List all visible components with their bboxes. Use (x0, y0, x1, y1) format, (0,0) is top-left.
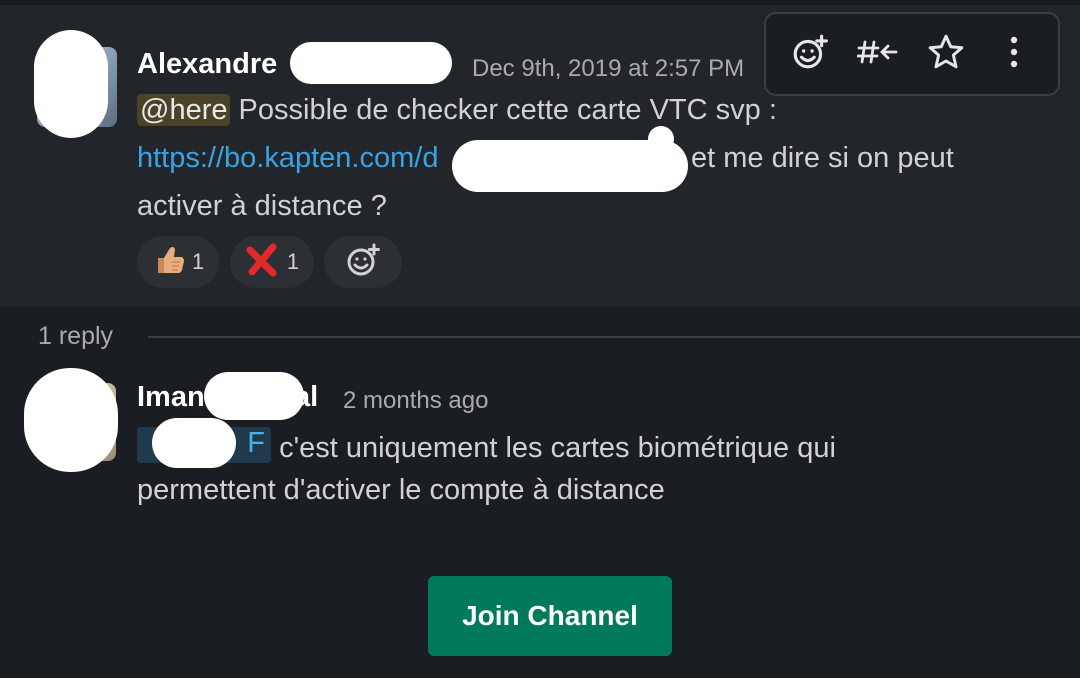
message-line-3: activer à distance ? (137, 190, 387, 222)
star-icon (927, 33, 965, 76)
thumbs-up-icon (152, 243, 186, 282)
top-separator (0, 0, 1080, 5)
red-x-icon (245, 242, 281, 283)
reply-count: 1 reply (38, 322, 114, 350)
replies-divider (148, 336, 1080, 338)
add-reaction-icon (345, 242, 381, 283)
more-actions-icon (1008, 34, 1020, 75)
message-text: c'est uniquement les cartes biométrique … (279, 432, 836, 464)
redaction-blob (24, 368, 118, 472)
author-name[interactable]: al (294, 381, 318, 414)
message-timestamp[interactable]: 2 months ago (343, 387, 488, 415)
join-channel-button[interactable]: Join Channel (428, 576, 672, 656)
message-line-1: @here Possible de checker cette carte VT… (137, 94, 777, 127)
add-reaction-button[interactable] (784, 28, 836, 80)
parent-message[interactable]: Alexandre Dec 9th, 2019 at 2:57 PM @here… (0, 0, 1080, 307)
message-link[interactable]: https://bo.kapten.com/d (137, 142, 438, 174)
message-timestamp[interactable]: Dec 9th, 2019 at 2:57 PM (472, 55, 744, 83)
more-actions-button[interactable] (988, 28, 1040, 80)
redaction-blob (34, 30, 108, 138)
add-reaction-button[interactable] (324, 236, 402, 288)
redaction-blob (290, 42, 452, 84)
share-to-channel-icon (856, 34, 899, 75)
message-actions-toolbar (764, 12, 1060, 96)
message-line-2: https://bo.kapten.com/d (137, 142, 438, 175)
author-name[interactable]: Alexandre (137, 48, 277, 81)
reaction-count: 1 (191, 249, 205, 274)
redaction-blob (204, 372, 304, 420)
save-message-button[interactable] (920, 28, 972, 80)
message-text: et me dire si on peut (691, 142, 954, 174)
share-to-channel-button[interactable] (852, 28, 904, 80)
reaction-red-x[interactable]: 1 (230, 236, 314, 288)
reply-line-2: permettent d'activer le compte à distanc… (137, 474, 665, 506)
reaction-thumbs-up[interactable]: 1 (137, 236, 219, 288)
reply-line-1: F c'est uniquement les cartes biométriqu… (137, 427, 836, 465)
reaction-count: 1 (286, 249, 300, 274)
redaction-blob (152, 418, 236, 468)
add-reaction-icon (791, 33, 829, 76)
mention-visible-text: F (247, 427, 265, 459)
here-mention[interactable]: @here (137, 94, 231, 126)
redaction-blob (648, 126, 674, 152)
message-text: Possible de checker cette carte VTC svp … (238, 94, 777, 126)
author-name[interactable]: Iman (137, 381, 205, 414)
